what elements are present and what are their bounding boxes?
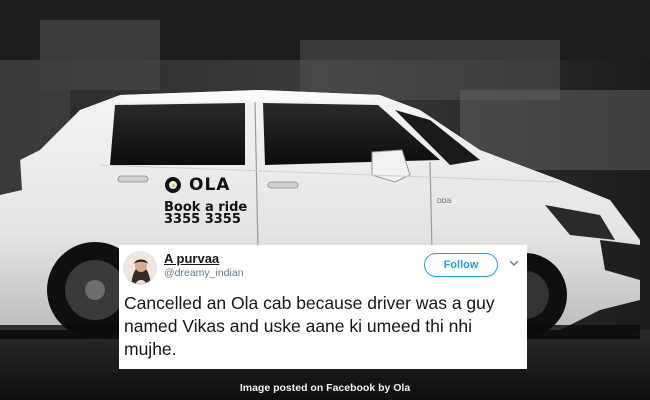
- tweet-card: A purvaa @dreamy_indian Follow Cancelled…: [119, 245, 527, 369]
- avatar[interactable]: [123, 251, 157, 285]
- car-ola-logo: OLA: [165, 175, 230, 195]
- tweet-handle[interactable]: @dreamy_indian: [164, 267, 244, 279]
- follow-button[interactable]: Follow: [424, 253, 498, 277]
- car-phone-text: 3355 3355: [164, 212, 241, 227]
- car-badge-text: DDiS: [437, 198, 452, 205]
- ola-logo-icon: [165, 177, 181, 193]
- car-brand-text: OLA: [189, 175, 231, 195]
- image-caption: Image posted on Facebook by Ola: [239, 382, 411, 394]
- tweet-display-name[interactable]: A purvaa: [164, 251, 219, 266]
- chevron-down-icon[interactable]: [509, 258, 519, 268]
- tweet-text: Cancelled an Ola cab because driver was …: [124, 293, 495, 359]
